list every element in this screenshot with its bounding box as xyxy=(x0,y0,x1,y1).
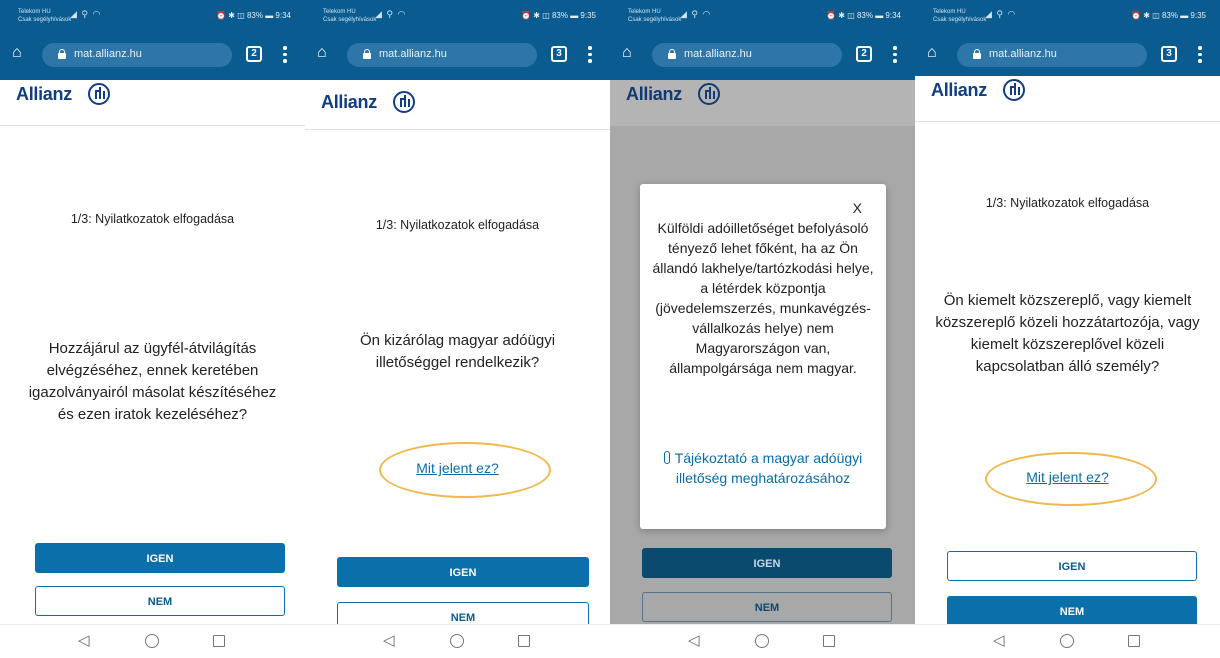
allianz-logo-icon xyxy=(393,91,415,113)
menu-icon[interactable] xyxy=(283,46,287,64)
signal-icon: ◢ ⚲ ◠ xyxy=(985,9,1017,19)
url-text: mat.allianz.hu xyxy=(989,48,1057,60)
status-bar: Telekom HU Csak segélyhívások ◢ ⚲ ◠ ⏰ ✱ ◫… xyxy=(610,0,915,30)
brand-header: Allianz xyxy=(0,80,305,126)
url-text: mat.allianz.hu xyxy=(74,48,142,60)
home-circle-icon[interactable] xyxy=(1060,634,1074,648)
home-circle-icon[interactable] xyxy=(145,634,159,648)
screen-4: Telekom HU Csak segélyhívások ◢ ⚲ ◠ ⏰ ✱ ◫… xyxy=(915,0,1220,658)
carrier-info: Telekom HU Csak segélyhívások xyxy=(18,9,72,23)
lock-icon xyxy=(58,49,66,59)
no-button[interactable]: NEM xyxy=(35,586,285,616)
back-icon[interactable]: ◁ xyxy=(383,633,395,649)
recent-apps-icon[interactable] xyxy=(823,635,835,647)
url-field[interactable]: mat.allianz.hu xyxy=(347,43,537,67)
brand-header: Allianz xyxy=(915,76,1220,122)
status-right: ⏰ ✱ ◫ 83% ▬ 9:35 xyxy=(1131,11,1206,20)
yes-button[interactable]: IGEN xyxy=(337,557,589,587)
yes-button[interactable]: IGEN xyxy=(947,551,1197,581)
question-text: Ön kiemelt közszereplő, vagy kiemelt köz… xyxy=(935,292,1200,375)
yes-button: IGEN xyxy=(642,548,892,578)
android-nav-bar: ◁ xyxy=(305,624,610,658)
yes-button[interactable]: IGEN xyxy=(35,543,285,573)
tabs-icon[interactable]: 2 xyxy=(246,46,262,62)
back-icon[interactable]: ◁ xyxy=(688,633,700,649)
question-text: Hozzájárul az ügyfél-átvilágítás elvégzé… xyxy=(28,340,277,423)
lock-icon xyxy=(973,49,981,59)
url-text: mat.allianz.hu xyxy=(379,48,447,60)
modal-text: Külföldi adóilletőséget befolyásoló tény… xyxy=(652,220,874,376)
browser-toolbar: ⌂ mat.allianz.hu 2 xyxy=(610,30,915,80)
brand-name: Allianz xyxy=(16,84,72,104)
url-field[interactable]: mat.allianz.hu xyxy=(42,43,232,67)
home-circle-icon[interactable] xyxy=(755,634,769,648)
screen-1: Telekom HU Csak segélyhívások ◢ ⚲ ◠ ⏰ ✱ ◫… xyxy=(0,0,305,658)
android-nav-bar: ◁ xyxy=(0,624,305,658)
home-circle-icon[interactable] xyxy=(450,634,464,648)
status-bar: Telekom HU Csak segélyhívások ◢ ⚲ ◠ ⏰ ✱ ◫… xyxy=(305,0,610,30)
screen-3: Telekom HU Csak segélyhívások ◢ ⚲ ◠ ⏰ ✱ ◫… xyxy=(610,0,915,658)
signal-icon: ◢ ⚲ ◠ xyxy=(375,9,407,19)
tabs-icon[interactable]: 2 xyxy=(856,46,872,62)
what-does-it-mean-link[interactable]: Mit jelent ez? xyxy=(915,469,1220,485)
tabs-icon[interactable]: 3 xyxy=(1161,46,1177,62)
signal-icon: ◢ ⚲ ◠ xyxy=(70,9,102,19)
info-modal: X Külföldi adóilletőséget befolyásoló té… xyxy=(640,184,886,529)
close-icon[interactable]: X xyxy=(853,200,862,216)
allianz-logo-icon xyxy=(1003,79,1025,101)
brand-name: Allianz xyxy=(321,92,377,112)
signal-icon: ◢ ⚲ ◠ xyxy=(680,9,712,19)
home-icon[interactable]: ⌂ xyxy=(927,45,943,61)
lock-icon xyxy=(363,49,371,59)
carrier-info: Telekom HU Csak segélyhívások xyxy=(323,9,377,23)
allianz-logo-icon xyxy=(698,83,720,105)
screen-2: Telekom HU Csak segélyhívások ◢ ⚲ ◠ ⏰ ✱ ◫… xyxy=(305,0,610,658)
home-icon[interactable]: ⌂ xyxy=(317,45,333,61)
recent-apps-icon[interactable] xyxy=(213,635,225,647)
brand-name: Allianz xyxy=(626,84,682,104)
allianz-logo-icon xyxy=(88,83,110,105)
home-icon[interactable]: ⌂ xyxy=(622,45,638,61)
question-text: Ön kizárólag magyar adóügyi illetőséggel… xyxy=(359,332,556,371)
recent-apps-icon[interactable] xyxy=(1128,635,1140,647)
step-label: 1/3: Nyilatkozatok elfogadása xyxy=(985,196,1150,210)
status-right: ⏰ ✱ ◫ 83% ▬ 9:34 xyxy=(826,11,901,20)
android-nav-bar: ◁ xyxy=(610,624,915,658)
url-field[interactable]: mat.allianz.hu xyxy=(957,43,1147,67)
menu-icon[interactable] xyxy=(588,46,592,64)
no-button[interactable]: NEM xyxy=(947,596,1197,626)
menu-icon[interactable] xyxy=(1198,46,1202,64)
url-field[interactable]: mat.allianz.hu xyxy=(652,43,842,67)
status-right: ⏰ ✱ ◫ 83% ▬ 9:34 xyxy=(216,11,291,20)
recent-apps-icon[interactable] xyxy=(518,635,530,647)
tax-residency-info-link[interactable]: Tájékoztató a magyar adóügyi illetőség m… xyxy=(654,448,872,488)
url-text: mat.allianz.hu xyxy=(684,48,752,60)
menu-icon[interactable] xyxy=(893,46,897,64)
paperclip-icon xyxy=(663,451,670,464)
status-bar: Telekom HU Csak segélyhívások ◢ ⚲ ◠ ⏰ ✱ ◫… xyxy=(0,0,305,30)
status-bar: Telekom HU Csak segélyhívások ◢ ⚲ ◠ ⏰ ✱ ◫… xyxy=(915,0,1220,30)
lock-icon xyxy=(668,49,676,59)
browser-toolbar: ⌂ mat.allianz.hu 3 xyxy=(915,30,1220,80)
status-right: ⏰ ✱ ◫ 83% ▬ 9:35 xyxy=(521,11,596,20)
tabs-icon[interactable]: 3 xyxy=(551,46,567,62)
step-label: 1/3: Nyilatkozatok elfogadása xyxy=(70,212,235,226)
brand-name: Allianz xyxy=(931,80,987,100)
browser-toolbar: ⌂ mat.allianz.hu 3 xyxy=(305,30,610,80)
back-icon[interactable]: ◁ xyxy=(993,633,1005,649)
android-nav-bar: ◁ xyxy=(915,624,1220,658)
back-icon[interactable]: ◁ xyxy=(78,633,90,649)
no-button: NEM xyxy=(642,592,892,622)
what-does-it-mean-link[interactable]: Mit jelent ez? xyxy=(305,460,610,476)
carrier-info: Telekom HU Csak segélyhívások xyxy=(933,9,987,23)
brand-header: Allianz xyxy=(610,80,915,126)
brand-header: Allianz xyxy=(305,84,610,130)
carrier-info: Telekom HU Csak segélyhívások xyxy=(628,9,682,23)
step-label: 1/3: Nyilatkozatok elfogadása xyxy=(375,218,540,232)
home-icon[interactable]: ⌂ xyxy=(12,45,28,61)
browser-toolbar: ⌂ mat.allianz.hu 2 xyxy=(0,30,305,80)
